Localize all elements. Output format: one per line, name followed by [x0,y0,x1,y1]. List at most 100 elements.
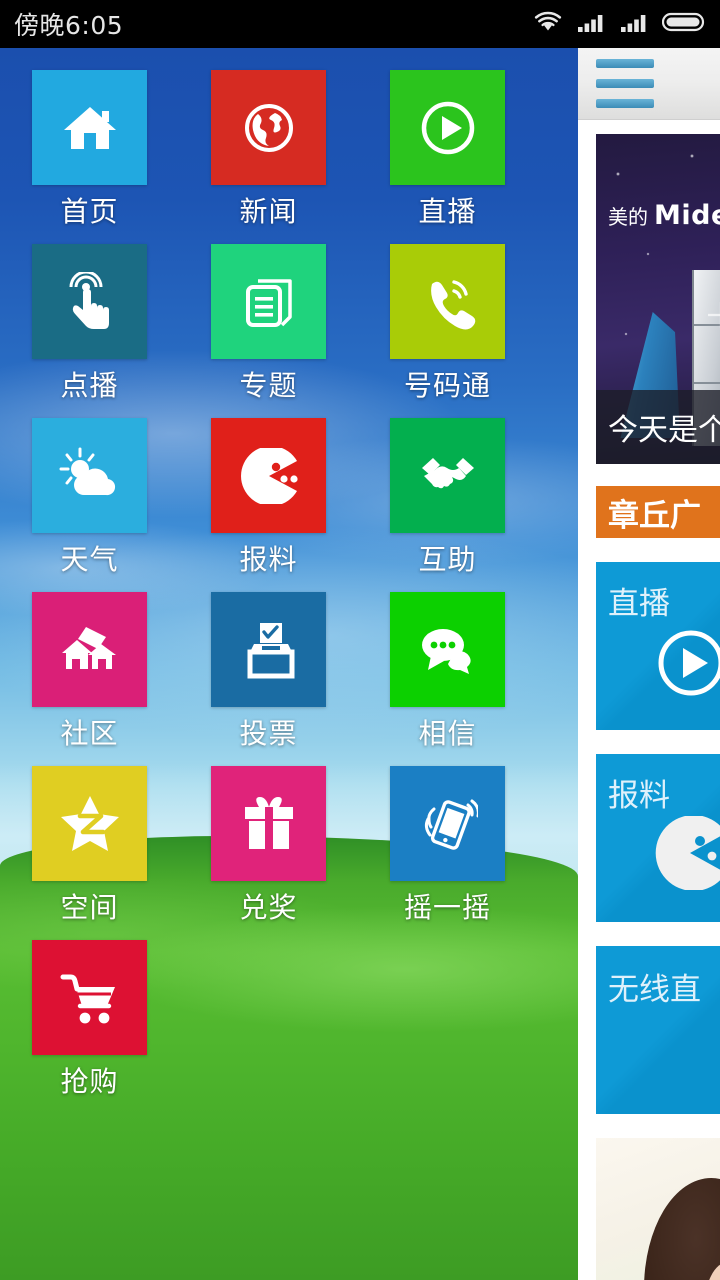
web-content-panel: 美的 Mide 今天是个 章丘广 直播 报料 [578,48,720,1280]
globe-icon [240,99,298,157]
app-cell-mutualaid[interactable]: 互助 [358,418,537,574]
app-cell-shake[interactable]: 摇一摇 [358,766,537,922]
handshake-icon [417,448,479,504]
web-card-title: 直播 [608,586,670,622]
app-label: 相信 [418,717,477,750]
promo-banner[interactable]: 美的 Mide 今天是个 [596,134,720,464]
web-card-tipoff[interactable]: 报料 [596,754,720,922]
app-cell-topics[interactable]: 专题 [179,244,358,400]
documents-icon [240,273,298,331]
status-clock: 傍晚6:05 [14,11,124,40]
pacman-icon [652,815,720,894]
app-tile-live[interactable] [390,70,505,185]
web-card-title: 报料 [608,778,670,814]
app-launcher-panel: 首页 新闻 直播 点播 专题 号码通 天气 报料 互助 社区 投票 相信 空间 … [0,48,578,1280]
app-cell-believe[interactable]: 相信 [358,592,537,748]
phone-call-icon [418,272,478,332]
app-tile-mutualaid[interactable] [390,418,505,533]
midea-logo-cn: 美的 [608,205,648,229]
web-card-live[interactable]: 直播 [596,562,720,730]
app-tile-news[interactable] [211,70,326,185]
app-cell-empty-a [179,940,358,1096]
app-cell-community[interactable]: 社区 [0,592,179,748]
section-tag-badge[interactable]: 章丘广 [596,486,720,538]
app-label: 投票 [239,717,298,750]
app-tile-home[interactable] [32,70,147,185]
web-card-wireless-live[interactable]: 无线直 [596,946,720,1114]
web-photo-card[interactable] [596,1138,720,1280]
app-label: 社区 [60,717,119,750]
hamburger-menu-icon[interactable] [596,59,654,108]
app-cell-vote[interactable]: 投票 [179,592,358,748]
app-label: 报料 [239,543,298,576]
signal-icon-1 [576,10,606,38]
app-tile-believe[interactable] [390,592,505,707]
sun-cloud-icon [58,447,122,505]
hamburger-bar [596,59,654,68]
app-label: 摇一摇 [403,891,491,924]
app-cell-redeem[interactable]: 兑奖 [179,766,358,922]
midea-logo-en: Mide [654,200,720,231]
app-label: 互助 [418,543,477,576]
app-tile-topics[interactable] [211,244,326,359]
shake-phone-icon [418,795,478,853]
app-cell-weather[interactable]: 天气 [0,418,179,574]
ballot-box-icon [240,620,298,680]
app-tile-weather[interactable] [32,418,147,533]
app-grid-row: 空间 兑奖 摇一摇 [0,766,578,940]
status-bar: 傍晚6:05 [0,0,720,48]
chat-bubbles-icon [417,623,479,677]
app-cell-live[interactable]: 直播 [358,70,537,226]
battery-icon [661,10,706,38]
app-tile-redeem[interactable] [211,766,326,881]
app-label: 号码通 [403,369,491,402]
app-cell-vod[interactable]: 点播 [0,244,179,400]
app-label: 空间 [60,891,119,924]
app-label: 抢购 [60,1065,119,1098]
app-tile-phonebook[interactable] [390,244,505,359]
phone-screen: 傍晚6:05 首页 新闻 直播 点播 专题 号码通 天气 报料 互助 社区 投票… [0,0,720,1280]
signal-icon-2 [619,10,649,38]
app-tile-flashsale[interactable] [32,940,147,1055]
app-grid-row: 社区 投票 相信 [0,592,578,766]
app-tile-space[interactable] [32,766,147,881]
app-cell-news[interactable]: 新闻 [179,70,358,226]
app-tile-shake[interactable] [390,766,505,881]
app-label: 新闻 [239,195,298,228]
app-label: 首页 [60,195,119,228]
app-cell-home[interactable]: 首页 [0,70,179,226]
play-circle-icon [417,97,479,159]
home-icon [59,97,121,159]
app-cell-space[interactable]: 空间 [0,766,179,922]
photo-hair [644,1178,720,1280]
app-label: 直播 [418,195,477,228]
promo-caption: 今天是个 [596,390,720,464]
web-scroll-area: 美的 Mide 今天是个 章丘广 直播 报料 [578,120,720,1280]
app-cell-phonebook[interactable]: 号码通 [358,244,537,400]
star-z-icon [58,794,122,854]
play-circle-icon [652,624,720,706]
app-label: 点播 [60,369,119,402]
sparkle-icon [708,302,720,328]
app-grid-row: 天气 报料 互助 [0,418,578,592]
app-label: 兑奖 [239,891,298,924]
hamburger-bar [596,79,654,88]
app-tile-vod[interactable] [32,244,147,359]
app-label: 天气 [60,543,119,576]
app-grid-row: 点播 专题 号码通 [0,244,578,418]
app-label: 专题 [239,369,298,402]
app-tile-vote[interactable] [211,592,326,707]
app-grid-row: 抢购 [0,940,578,1114]
gift-icon [241,795,297,853]
status-icon-group [533,10,706,38]
app-cell-tipoff[interactable]: 报料 [179,418,358,574]
web-card-title: 无线直 [608,972,701,1008]
app-tile-community[interactable] [32,592,147,707]
pacman-icon [239,447,299,504]
shopping-cart-icon [59,970,121,1026]
midea-logo: 美的 Mide [608,200,720,231]
app-tile-tipoff[interactable] [211,418,326,533]
app-cell-flashsale[interactable]: 抢购 [0,940,179,1096]
app-grid: 首页 新闻 直播 点播 专题 号码通 天气 报料 互助 社区 投票 相信 空间 … [0,48,578,1114]
hamburger-bar [596,99,654,108]
